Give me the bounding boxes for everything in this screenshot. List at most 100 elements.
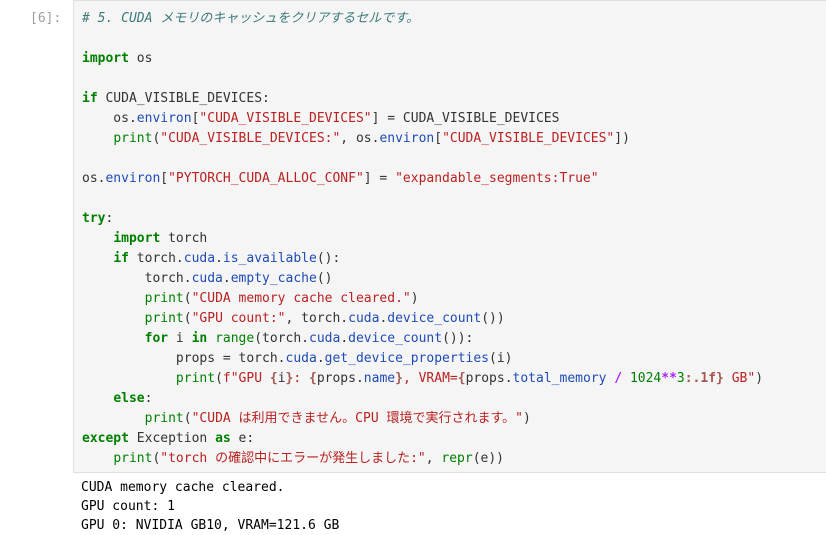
code-token: import [82, 51, 129, 66]
code-token: ] = [363, 171, 396, 186]
code-token: environ [379, 131, 435, 146]
code-token: os. [82, 111, 137, 126]
code-line: props = torch.cuda.get_device_properties… [82, 349, 763, 369]
code-token: () [316, 271, 333, 286]
code-token: ( [215, 371, 223, 386]
code-token: . [340, 331, 349, 346]
cell-output: CUDA memory cache cleared. GPU count: 1 GP… [81, 478, 339, 535]
code-token: { [309, 371, 317, 386]
code-token: props. [465, 371, 513, 386]
code-token: { [269, 371, 278, 386]
code-token: empty_cache [230, 271, 317, 286]
code-token: if [113, 251, 129, 266]
code-token: : [144, 391, 153, 406]
code-token: get_device_properties [324, 351, 490, 366]
code-token: . [316, 351, 325, 366]
code-token: print [144, 291, 184, 306]
code-token: try [82, 211, 106, 226]
code-token: "PYTORCH_CUDA_ALLOC_CONF" [168, 171, 364, 186]
code-token: (i) [489, 351, 513, 366]
code-token: os. [82, 171, 106, 186]
code-token: f"GPU [222, 371, 270, 386]
code-token: [ [160, 171, 169, 186]
code-token: , VRAM= [402, 371, 458, 386]
code-token: ** [661, 371, 677, 386]
code-token: cuda [191, 271, 223, 286]
code-token: "GPU count:" [191, 311, 286, 326]
code-token: { [457, 371, 466, 386]
code-token: "CUDA memory cache cleared." [191, 291, 411, 306]
code-token: . [215, 251, 223, 266]
code-token: i [277, 371, 286, 386]
code-token: ( [183, 311, 192, 326]
code-token: (e)) [472, 451, 505, 466]
code-line: import os [82, 49, 763, 69]
code-token: . [222, 271, 231, 286]
code-token: :.1f} [684, 371, 724, 386]
code-token: torch. [128, 251, 184, 266]
code-token: cuda [309, 331, 341, 346]
code-token: ( [183, 291, 192, 306]
output-line: GPU count: 1 [81, 499, 175, 514]
code-token: # 5. CUDA メモリのキャッシュをクリアするセルです。 [82, 11, 419, 26]
code-line: else: [82, 389, 763, 409]
code-token: environ [136, 111, 192, 126]
code-line: print("CUDA memory cache cleared.") [82, 289, 763, 309]
code-token: cuda [285, 351, 317, 366]
code-token: props = torch. [82, 351, 286, 366]
code-token: if [82, 91, 98, 106]
code-line: except Exception as e: [82, 429, 763, 449]
code-token: ]) [614, 131, 630, 146]
execution-count-prompt: [6]: [30, 11, 62, 26]
code-token: e: [230, 431, 255, 446]
code-line: if CUDA_VISIBLE_DEVICES: [82, 89, 763, 109]
code-lines: # 5. CUDA メモリのキャッシュをクリアするセルです。 import os i… [82, 9, 763, 469]
code-line: import torch [82, 229, 763, 249]
code-token: ()): [442, 331, 474, 346]
code-token: ) [523, 411, 531, 426]
code-line: torch.cuda.empty_cache() [82, 269, 763, 289]
code-token: os [128, 51, 153, 66]
code-token: print [113, 131, 153, 146]
code-token: except [82, 431, 129, 446]
code-line: os.environ["CUDA_VISIBLE_DEVICES"] = CUD… [82, 109, 763, 129]
code-token: ) [755, 371, 764, 386]
output-line: GPU 0: NVIDIA GB10, VRAM=121.6 GB [81, 518, 340, 533]
code-token: props. [316, 371, 364, 386]
code-token: i [168, 331, 192, 346]
code-token: torch. [82, 271, 192, 286]
code-token: name [363, 371, 396, 386]
code-token: range [215, 331, 255, 346]
code-token: repr [441, 451, 473, 466]
code-token: ) [410, 291, 419, 306]
code-token: , [425, 451, 442, 466]
code-token: ] = CUDA_VISIBLE_DEVICES [371, 111, 560, 126]
code-line: print("GPU count:", torch.cuda.device_co… [82, 309, 763, 329]
code-cell-editor[interactable]: # 5. CUDA メモリのキャッシュをクリアするセルです。 import os i… [73, 0, 826, 473]
code-line: print("CUDA_VISIBLE_DEVICES:", os.enviro… [82, 129, 763, 149]
code-token: / [614, 371, 623, 386]
code-token: total_memory [512, 371, 607, 386]
code-token: Exception [128, 431, 216, 446]
code-token: ()) [481, 311, 505, 326]
code-line: print(f"GPU {i}: {props.name}, VRAM={pro… [82, 369, 763, 389]
code-token: device_count [387, 311, 482, 326]
code-token: print [144, 411, 184, 426]
code-token: for [144, 331, 169, 346]
code-token: : [293, 371, 309, 386]
code-token: else [113, 391, 145, 406]
code-token: "CUDA は利用できません。CPU 環境で実行されます。" [191, 411, 523, 426]
code-token: 3 [676, 371, 685, 386]
